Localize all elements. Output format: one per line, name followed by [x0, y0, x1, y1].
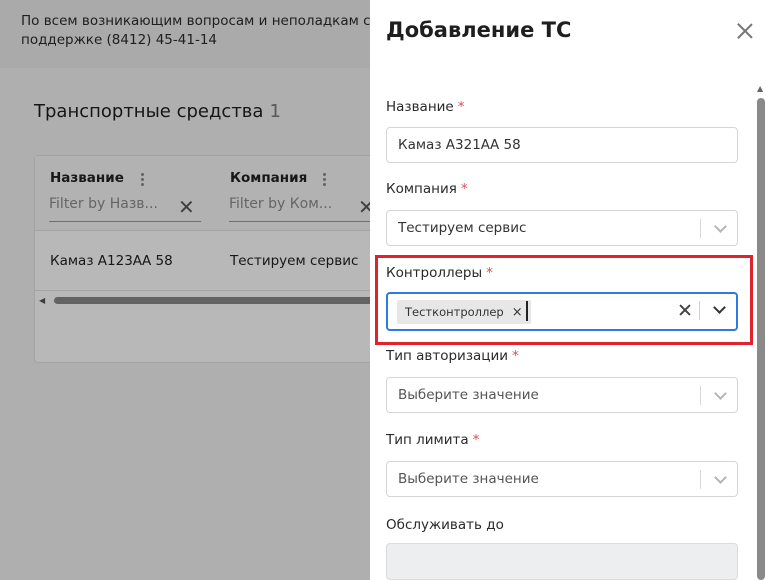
limit-type-select[interactable]: Выберите значение [386, 461, 738, 497]
drawer-title: Добавление ТС [386, 18, 572, 42]
name-label: Название * [386, 99, 465, 115]
chevron-down-icon[interactable] [714, 387, 727, 400]
company-select[interactable]: Тестируем сервис [386, 210, 738, 246]
company-select-value: Тестируем сервис [398, 220, 527, 236]
serve-until-input[interactable] [386, 543, 738, 580]
scroll-up-icon[interactable]: ▲ [757, 84, 763, 93]
select-separator [700, 470, 701, 489]
vertical-scrollbar[interactable]: ▲ [757, 84, 765, 580]
close-icon[interactable] [736, 22, 754, 40]
name-input[interactable]: Камаз А321АА 58 [386, 127, 738, 163]
select-separator [700, 386, 701, 405]
auth-type-label-text: Тип авторизации [386, 348, 509, 364]
scrollbar-thumb[interactable] [757, 98, 765, 580]
company-label: Компания * [386, 181, 468, 197]
required-marker: * [460, 181, 468, 197]
auth-type-select[interactable]: Выберите значение [386, 377, 738, 413]
annotation-highlight-box [375, 255, 753, 345]
chevron-down-icon[interactable] [714, 471, 727, 484]
name-input-value: Камаз А321АА 58 [398, 137, 521, 153]
serve-until-label: Обслуживать до [386, 517, 504, 533]
required-marker: * [512, 348, 519, 364]
required-marker: * [472, 432, 480, 448]
company-label-text: Компания [386, 181, 457, 197]
limit-type-label-text: Тип лимита [386, 432, 469, 448]
limit-type-placeholder: Выберите значение [398, 471, 539, 487]
required-marker: * [457, 99, 465, 115]
auth-type-label: Тип авторизации * [386, 348, 519, 364]
auth-type-placeholder: Выберите значение [398, 387, 539, 403]
select-separator [700, 219, 701, 238]
limit-type-label: Тип лимита * [386, 432, 479, 448]
chevron-down-icon[interactable] [714, 220, 727, 233]
name-label-text: Название [386, 99, 454, 115]
